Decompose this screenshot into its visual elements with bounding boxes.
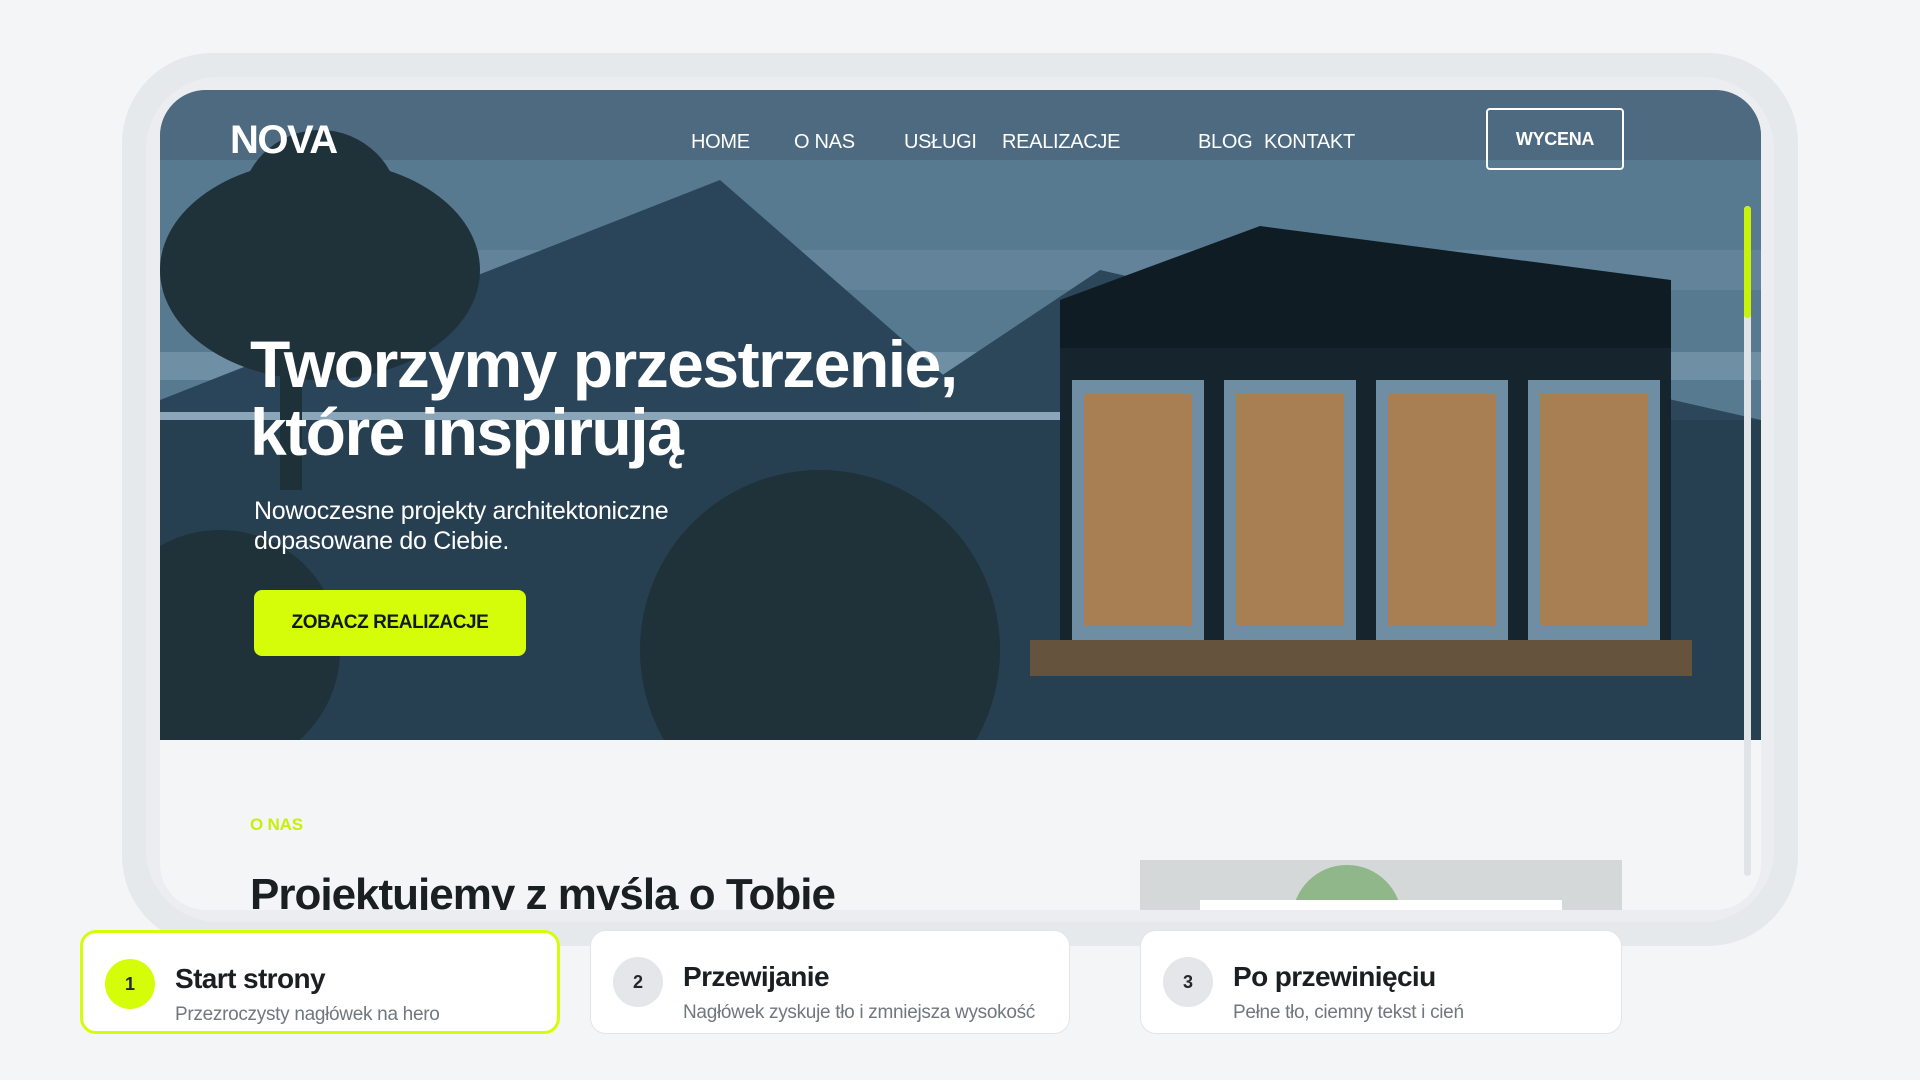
nav-o-nas[interactable]: O NAS	[794, 131, 855, 154]
about-image	[1140, 860, 1622, 910]
step-card-2[interactable]: 2 Przewijanie Nagłówek zyskuje tło i zmn…	[590, 930, 1070, 1034]
scrollbar[interactable]	[1744, 206, 1751, 876]
window-panel-4	[1540, 394, 1648, 626]
nav-kontakt[interactable]: KONTAKT	[1264, 131, 1355, 154]
about-eyebrow: O NAS	[250, 815, 303, 834]
see-projects-button[interactable]: ZOBACZ REALIZACJE	[254, 590, 526, 656]
nav-uslugi[interactable]: USŁUGI	[904, 131, 977, 154]
step-desc-1: Przezroczysty nagłówek na hero	[175, 1004, 440, 1025]
step-title-1: Start strony	[175, 963, 326, 994]
website-preview: NOVA HOME O NAS USŁUGI REALIZACJE BLOG K…	[160, 90, 1761, 910]
nav-home[interactable]: HOME	[691, 131, 750, 154]
nav-blog[interactable]: BLOG	[1198, 131, 1253, 154]
hero-subtitle-line1: Nowoczesne projekty architektoniczne	[254, 497, 669, 525]
step-card-1[interactable]: 1 Start strony Przezroczysty nagłówek na…	[80, 930, 560, 1034]
window-panel-3	[1388, 394, 1496, 626]
site-header: NOVA HOME O NAS USŁUGI REALIZACJE BLOG K…	[160, 90, 1761, 170]
scrollbar-thumb[interactable]	[1744, 206, 1751, 318]
hero-title: Tworzymy przestrzenie, które inspirują	[250, 330, 1150, 466]
about-image-bar	[1200, 900, 1562, 910]
step-number-3: 3	[1163, 957, 1213, 1007]
step-card-3[interactable]: 3 Po przewinięciu Pełne tło, ciemny teks…	[1140, 930, 1622, 1034]
about-title: Projektujemy z myślą o Tobie	[250, 870, 836, 910]
logo[interactable]: NOVA	[230, 118, 338, 163]
quote-button[interactable]: WYCENA	[1486, 108, 1624, 170]
window-panel-2	[1236, 394, 1344, 626]
hero-subtitle: Nowoczesne projekty architektoniczne dop…	[254, 496, 714, 556]
nav-realizacje[interactable]: REALIZACJE	[1002, 131, 1120, 154]
step-desc-2: Nagłówek zyskuje tło i zmniejsza wysokoś…	[683, 1002, 1035, 1023]
hero-title-line2: które inspirują	[250, 395, 684, 469]
step-desc-3: Pełne tło, ciemny tekst i cień	[1233, 1002, 1464, 1023]
house-deck	[1030, 640, 1692, 676]
step-title-2: Przewijanie	[683, 961, 830, 992]
hero-subtitle-line2: dopasowane do Ciebie.	[254, 527, 510, 555]
step-number-2: 2	[613, 957, 663, 1007]
step-title-3: Po przewinięciu	[1233, 961, 1436, 992]
hero-section: NOVA HOME O NAS USŁUGI REALIZACJE BLOG K…	[160, 90, 1761, 740]
step-number-1: 1	[105, 959, 155, 1009]
hero-title-line1: Tworzymy przestrzenie,	[250, 327, 958, 401]
